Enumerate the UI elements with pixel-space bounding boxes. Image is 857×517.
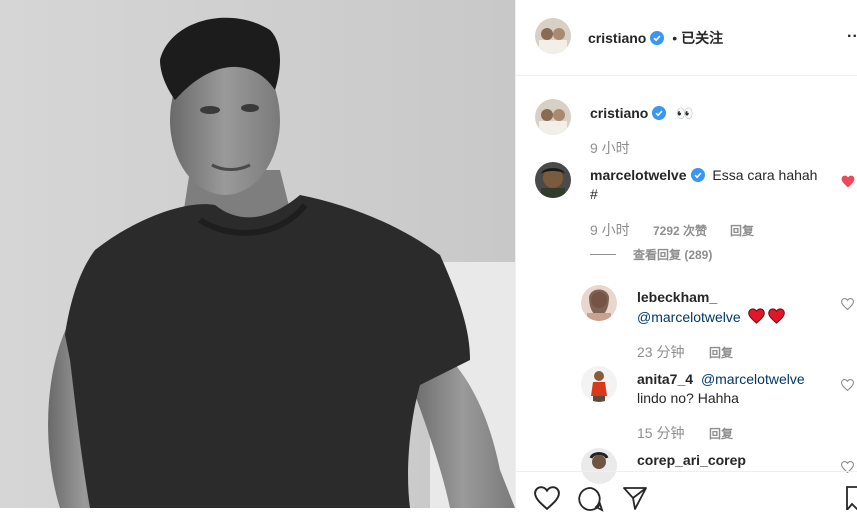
reply-reply-button[interactable]: 回复 <box>709 425 733 442</box>
reply-text-line: @marcelotwelve <box>637 308 786 327</box>
commenter-avatar[interactable] <box>535 162 571 198</box>
reply-mention-link[interactable]: @marcelotwelve <box>637 309 741 325</box>
reply-reply-button[interactable]: 回复 <box>709 344 733 361</box>
reply-mention-link[interactable]: @marcelotwelve <box>701 371 805 387</box>
reply-username[interactable]: anita7_4 <box>637 371 693 387</box>
like-heart-icon[interactable] <box>840 378 855 396</box>
post-header: cristiano •已关注 ... <box>516 0 857 76</box>
verified-badge-icon <box>690 168 705 185</box>
red-heart-emoji-icon <box>747 308 765 327</box>
comments-panel: cristiano •已关注 ... cristiano 👀 9 小时 marc… <box>515 0 857 513</box>
reply-time[interactable]: 15 分钟 <box>637 423 684 443</box>
author-username[interactable]: cristiano <box>588 30 646 46</box>
reply-username[interactable]: corep_ari_corep <box>637 452 746 468</box>
view-replies-button[interactable]: 查看回复 (289) <box>633 246 712 263</box>
caption-author-avatar[interactable] <box>535 99 571 135</box>
replies-divider <box>590 254 616 255</box>
comment-text: Essa cara hahah <box>712 167 818 183</box>
comment-line-1: marcelotwelve Essa cara hahah <box>590 167 817 185</box>
caption-text: 👀 <box>676 105 694 121</box>
caption-username[interactable]: cristiano <box>590 105 648 121</box>
comment-time[interactable]: 9 小时 <box>590 220 630 240</box>
comment-icon[interactable] <box>578 486 604 517</box>
reply-time[interactable]: 23 分钟 <box>637 342 684 362</box>
more-options-icon[interactable]: ... <box>847 24 857 42</box>
save-bookmark-icon[interactable] <box>846 486 857 515</box>
verified-badge-icon <box>652 106 667 123</box>
reply-avatar[interactable] <box>581 285 617 321</box>
red-heart-emoji-icon <box>768 308 786 327</box>
caption: cristiano 👀 <box>590 105 694 123</box>
comment-text-line-2: # <box>590 186 598 202</box>
share-icon[interactable] <box>622 486 648 515</box>
comment-reply-button[interactable]: 回复 <box>730 222 754 239</box>
reply-text: lindo no? Hahha <box>637 390 739 406</box>
action-bar <box>516 471 857 513</box>
like-icon[interactable] <box>534 486 560 515</box>
caption-time[interactable]: 9 小时 <box>590 138 630 158</box>
follow-separator: • <box>672 30 678 46</box>
verified-badge-icon <box>650 31 665 48</box>
post-photo[interactable] <box>0 0 515 508</box>
reply-avatar[interactable] <box>581 366 617 402</box>
reply-username[interactable]: lebeckham_ <box>637 289 717 305</box>
author-avatar[interactable] <box>535 18 571 54</box>
reply-line-1: anita7_4 @marcelotwelve <box>637 371 805 387</box>
follow-status-button[interactable]: 已关注 <box>681 30 723 46</box>
like-heart-icon[interactable] <box>840 297 855 315</box>
comment-username[interactable]: marcelotwelve <box>590 167 687 183</box>
liked-heart-icon[interactable] <box>841 175 855 193</box>
comment-likes[interactable]: 7292 次赞 <box>653 222 707 239</box>
post-image <box>0 0 515 508</box>
